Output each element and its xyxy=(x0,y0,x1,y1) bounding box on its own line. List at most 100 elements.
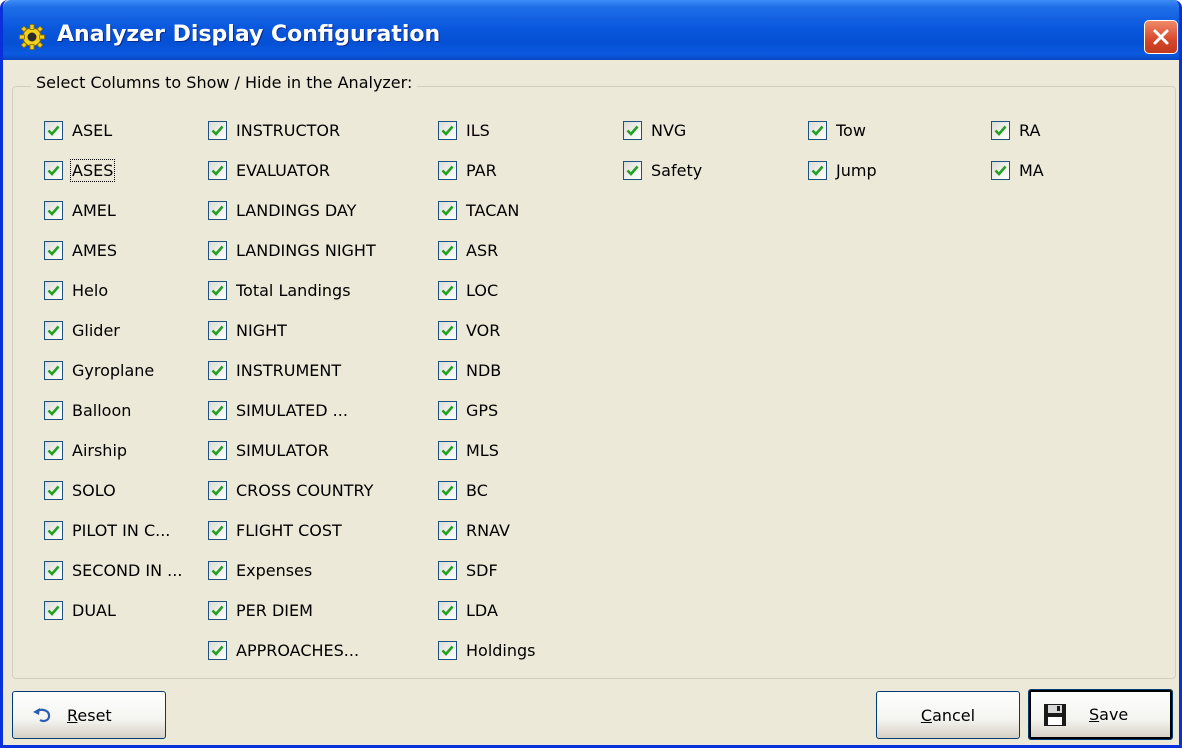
checkbox-box[interactable] xyxy=(438,560,457,580)
checkbox-box[interactable] xyxy=(438,160,457,180)
column-checkbox[interactable]: TACAN xyxy=(438,197,519,223)
checkbox-box[interactable] xyxy=(208,560,227,580)
cancel-button[interactable]: Cancel xyxy=(876,691,1020,739)
column-checkbox[interactable]: ASES xyxy=(44,157,116,183)
column-checkbox[interactable]: MLS xyxy=(438,437,499,463)
column-checkbox[interactable]: DUAL xyxy=(44,597,116,623)
checkbox-box[interactable] xyxy=(208,400,227,420)
column-checkbox[interactable]: Total Landings xyxy=(208,277,351,303)
column-checkbox[interactable]: Balloon xyxy=(44,397,131,423)
close-button[interactable] xyxy=(1144,20,1178,54)
column-checkbox[interactable]: SIMULATOR xyxy=(208,437,329,463)
checkbox-box[interactable] xyxy=(438,200,457,220)
checkbox-box[interactable] xyxy=(208,440,227,460)
checkbox-box[interactable] xyxy=(208,200,227,220)
column-checkbox[interactable]: LANDINGS DAY xyxy=(208,197,356,223)
column-checkbox[interactable]: SIMULATED ... xyxy=(208,397,348,423)
checkbox-box[interactable] xyxy=(991,160,1010,180)
column-checkbox[interactable]: LANDINGS NIGHT xyxy=(208,237,376,263)
column-checkbox[interactable]: RNAV xyxy=(438,517,510,543)
checkbox-box[interactable] xyxy=(208,320,227,340)
checkbox-box[interactable] xyxy=(44,560,63,580)
checkbox-box[interactable] xyxy=(438,520,457,540)
column-checkbox[interactable]: LDA xyxy=(438,597,498,623)
checkbox-box[interactable] xyxy=(208,360,227,380)
column-checkbox[interactable]: NDB xyxy=(438,357,501,383)
checkbox-box[interactable] xyxy=(623,160,642,180)
checkbox-box[interactable] xyxy=(438,320,457,340)
checkbox-box[interactable] xyxy=(808,160,827,180)
column-checkbox[interactable]: Jump xyxy=(808,157,877,183)
column-checkbox[interactable]: ASR xyxy=(438,237,498,263)
checkbox-box[interactable] xyxy=(44,320,63,340)
column-checkbox[interactable]: Tow xyxy=(808,117,866,143)
column-checkbox[interactable]: VOR xyxy=(438,317,500,343)
checkmark-icon xyxy=(47,405,60,416)
checkbox-box[interactable] xyxy=(438,600,457,620)
checkbox-box[interactable] xyxy=(44,200,63,220)
checkbox-box[interactable] xyxy=(44,480,63,500)
checkbox-box[interactable] xyxy=(208,480,227,500)
checkbox-box[interactable] xyxy=(44,520,63,540)
column-checkbox[interactable]: APPROACHES... xyxy=(208,637,359,663)
column-checkbox[interactable]: Expenses xyxy=(208,557,312,583)
checkbox-box[interactable] xyxy=(208,160,227,180)
checkbox-box[interactable] xyxy=(438,120,457,140)
checkbox-box[interactable] xyxy=(438,240,457,260)
checkbox-box[interactable] xyxy=(438,480,457,500)
column-checkbox[interactable]: MA xyxy=(991,157,1044,183)
column-checkbox[interactable]: CROSS COUNTRY xyxy=(208,477,373,503)
column-checkbox[interactable]: Safety xyxy=(623,157,702,183)
column-checkbox[interactable]: Airship xyxy=(44,437,127,463)
column-checkbox[interactable]: RA xyxy=(991,117,1040,143)
column-checkbox[interactable]: Holdings xyxy=(438,637,536,663)
column-checkbox[interactable]: EVALUATOR xyxy=(208,157,330,183)
column-checkbox[interactable]: PILOT IN C... xyxy=(44,517,170,543)
checkbox-box[interactable] xyxy=(44,360,63,380)
column-checkbox[interactable]: SDF xyxy=(438,557,498,583)
column-checkbox[interactable]: INSTRUCTOR xyxy=(208,117,340,143)
checkbox-box[interactable] xyxy=(808,120,827,140)
reset-button[interactable]: Reset xyxy=(12,691,166,739)
title-bar[interactable]: Analyzer Display Configuration xyxy=(3,0,1179,60)
checkbox-box[interactable] xyxy=(438,400,457,420)
checkbox-box[interactable] xyxy=(438,360,457,380)
save-button[interactable]: Save xyxy=(1028,689,1173,740)
checkbox-box[interactable] xyxy=(991,120,1010,140)
checkbox-box[interactable] xyxy=(438,280,457,300)
checkbox-box[interactable] xyxy=(44,280,63,300)
checkbox-box[interactable] xyxy=(44,160,63,180)
checkbox-box[interactable] xyxy=(623,120,642,140)
column-checkbox[interactable]: INSTRUMENT xyxy=(208,357,341,383)
column-checkbox[interactable]: SECOND IN ... xyxy=(44,557,182,583)
checkbox-box[interactable] xyxy=(44,120,63,140)
checkbox-box[interactable] xyxy=(44,240,63,260)
column-checkbox[interactable]: PER DIEM xyxy=(208,597,313,623)
column-checkbox[interactable]: Glider xyxy=(44,317,120,343)
column-checkbox[interactable]: ASEL xyxy=(44,117,112,143)
column-checkbox[interactable]: Helo xyxy=(44,277,108,303)
column-checkbox[interactable]: AMES xyxy=(44,237,117,263)
column-checkbox[interactable]: FLIGHT COST xyxy=(208,517,342,543)
checkbox-box[interactable] xyxy=(208,640,227,660)
column-checkbox[interactable]: BC xyxy=(438,477,488,503)
column-checkbox[interactable]: LOC xyxy=(438,277,498,303)
column-checkbox[interactable]: NVG xyxy=(623,117,686,143)
checkbox-box[interactable] xyxy=(438,640,457,660)
checkbox-box[interactable] xyxy=(44,600,63,620)
column-checkbox[interactable]: NIGHT xyxy=(208,317,287,343)
column-checkbox[interactable]: GPS xyxy=(438,397,498,423)
checkbox-box[interactable] xyxy=(44,400,63,420)
column-checkbox[interactable]: PAR xyxy=(438,157,497,183)
checkbox-box[interactable] xyxy=(208,280,227,300)
checkbox-box[interactable] xyxy=(44,440,63,460)
column-checkbox[interactable]: AMEL xyxy=(44,197,116,223)
checkbox-box[interactable] xyxy=(208,120,227,140)
column-checkbox[interactable]: ILS xyxy=(438,117,490,143)
column-checkbox[interactable]: Gyroplane xyxy=(44,357,154,383)
checkbox-box[interactable] xyxy=(208,520,227,540)
checkbox-box[interactable] xyxy=(438,440,457,460)
checkbox-box[interactable] xyxy=(208,240,227,260)
checkbox-box[interactable] xyxy=(208,600,227,620)
column-checkbox[interactable]: SOLO xyxy=(44,477,116,503)
